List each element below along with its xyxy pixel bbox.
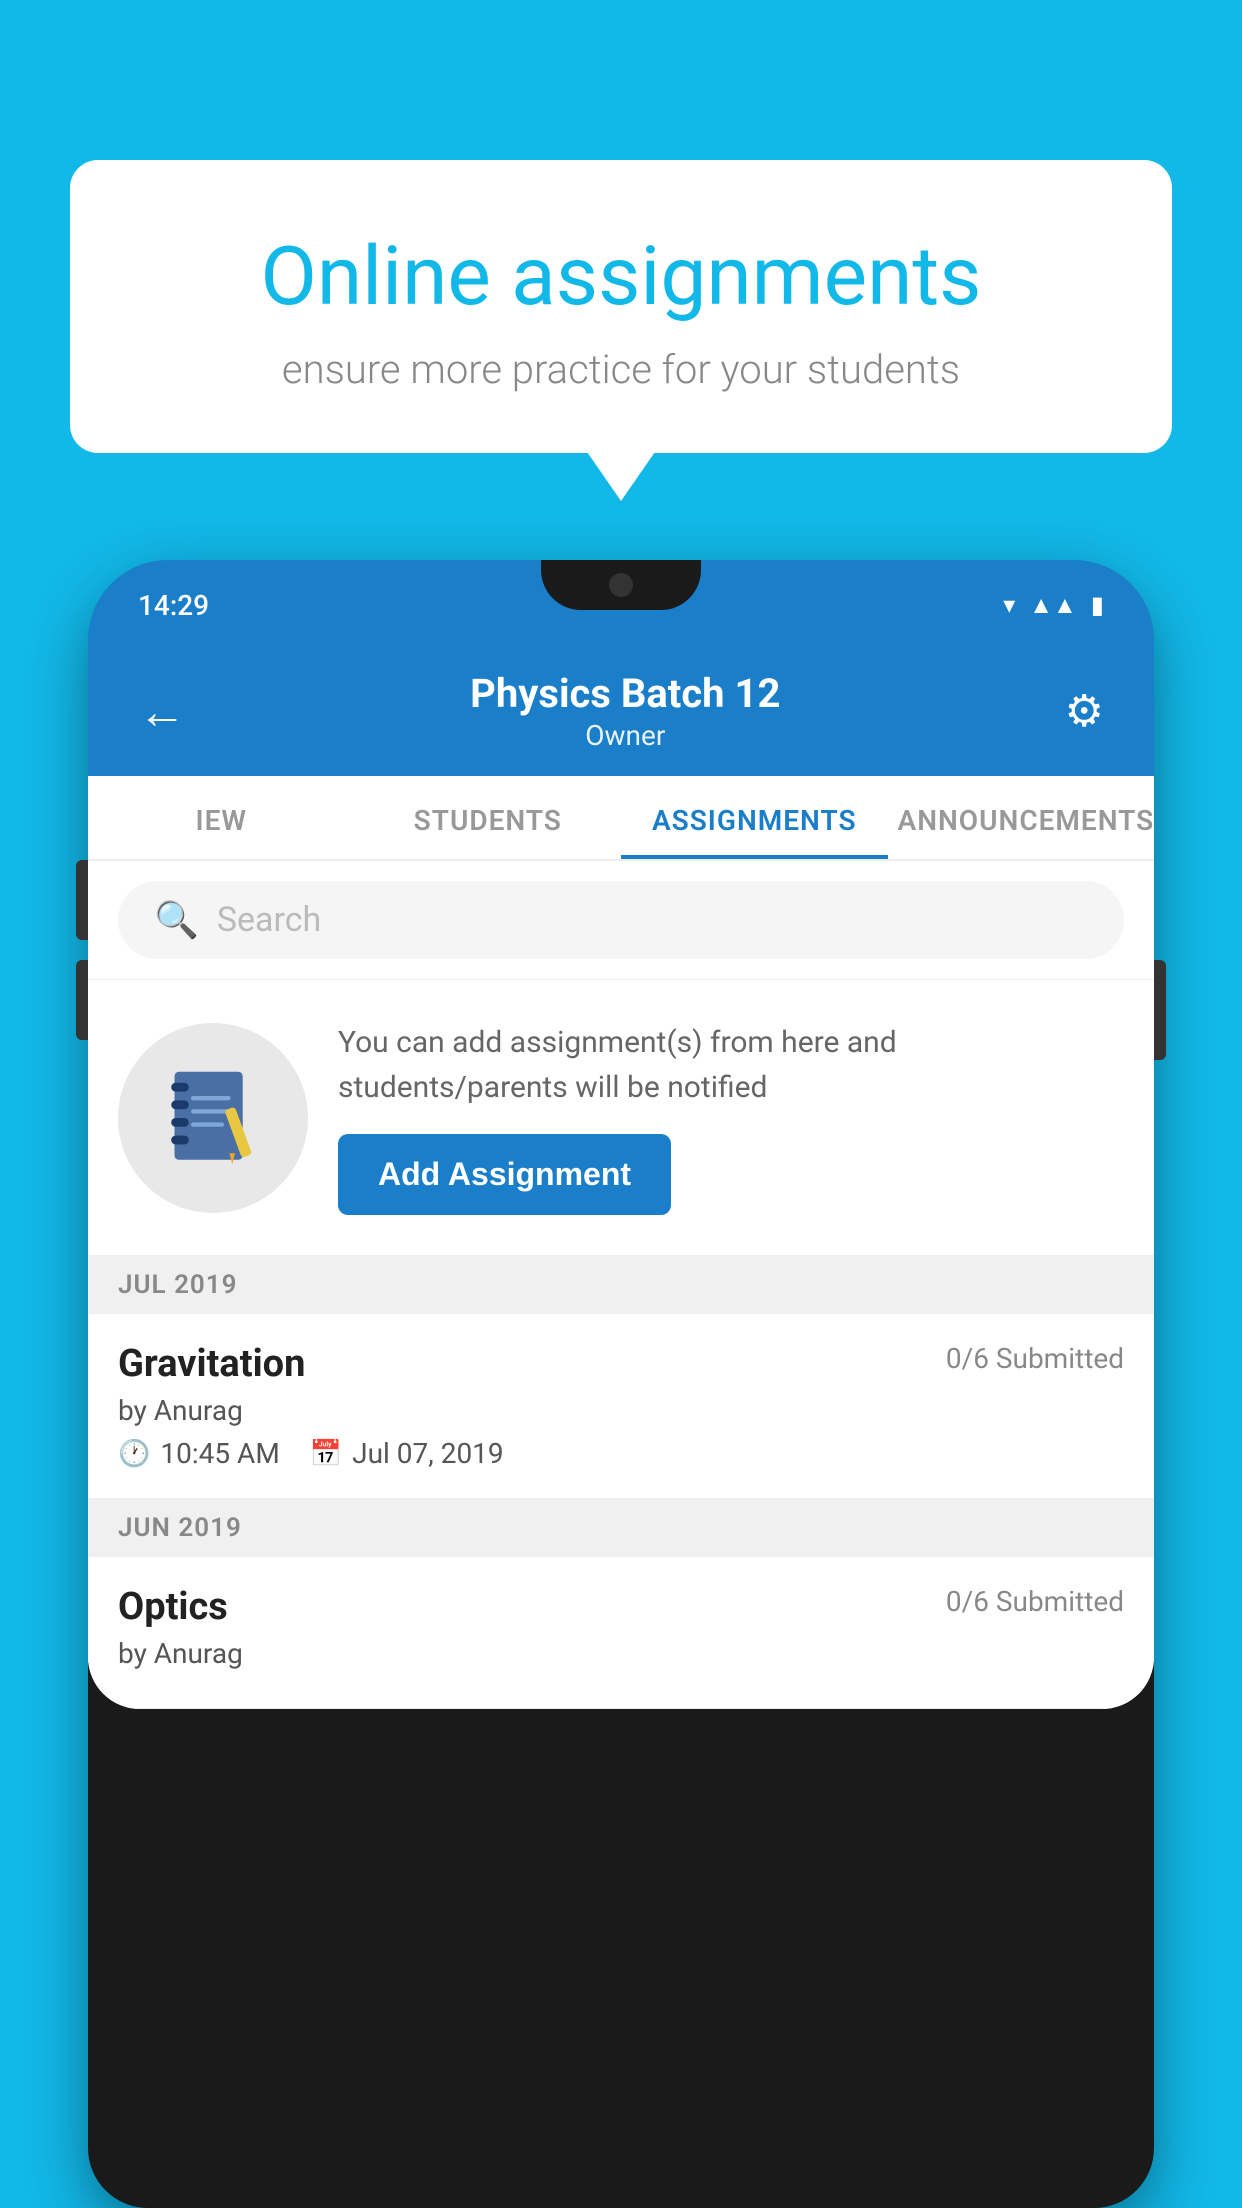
settings-icon[interactable]: ⚙ <box>1065 685 1104 737</box>
search-icon: 🔍 <box>154 899 199 941</box>
calendar-icon: 📅 <box>310 1439 342 1469</box>
back-button[interactable]: ← <box>138 683 186 740</box>
assignment-item-gravitation[interactable]: Gravitation 0/6 Submitted by Anurag 🕐 10… <box>88 1314 1154 1499</box>
signal-icon: ▲▲ <box>1029 591 1077 620</box>
volume-down-button <box>76 960 88 1040</box>
promo-subtitle: ensure more practice for your students <box>150 346 1092 393</box>
date-meta: 📅 Jul 07, 2019 <box>310 1437 504 1470</box>
assignment-name: Gravitation <box>118 1342 305 1386</box>
battery-icon: ▮ <box>1091 591 1104 619</box>
volume-up-button <box>76 860 88 940</box>
assignment-time: 10:45 AM <box>160 1437 279 1470</box>
header-subtitle: Owner <box>470 719 780 752</box>
search-placeholder: Search <box>217 900 321 940</box>
tab-assignments[interactable]: ASSIGNMENTS <box>621 776 888 859</box>
tab-announcements[interactable]: ANNOUNCEMENTS <box>888 776 1155 859</box>
month-jun-2019: JUN 2019 <box>88 1499 1154 1557</box>
notebook-icon-circle <box>118 1023 308 1213</box>
clock-icon: 🕐 <box>118 1439 150 1469</box>
power-button <box>1154 960 1166 1060</box>
assignment-promo-text: You can add assignment(s) from here and … <box>338 1020 1124 1215</box>
tab-iew[interactable]: IEW <box>88 776 355 859</box>
tab-students[interactable]: STUDENTS <box>355 776 622 859</box>
header-title: Physics Batch 12 <box>470 670 780 717</box>
assignment-item-top: Gravitation 0/6 Submitted <box>118 1342 1124 1386</box>
search-bar[interactable]: 🔍 Search <box>118 881 1124 959</box>
assignment-meta: 🕐 10:45 AM 📅 Jul 07, 2019 <box>118 1437 1124 1470</box>
header-center: Physics Batch 12 Owner <box>470 670 780 752</box>
camera <box>609 573 633 597</box>
notch <box>541 560 701 610</box>
month-jul-2019: JUL 2019 <box>88 1256 1154 1314</box>
add-assignment-button[interactable]: Add Assignment <box>338 1134 671 1215</box>
phone-screen: IEW STUDENTS ASSIGNMENTS ANNOUNCEMENTS 🔍… <box>88 776 1154 1709</box>
assignment-item-optics[interactable]: Optics 0/6 Submitted by Anurag <box>88 1557 1154 1709</box>
assignment-item-top-optics: Optics 0/6 Submitted <box>118 1585 1124 1629</box>
time-meta: 🕐 10:45 AM <box>118 1437 280 1470</box>
status-time: 14:29 <box>138 589 209 622</box>
assignment-promo-block: You can add assignment(s) from here and … <box>88 980 1154 1256</box>
assignment-submitted-optics: 0/6 Submitted <box>946 1585 1124 1618</box>
promo-card: Online assignments ensure more practice … <box>70 160 1172 453</box>
phone-frame: 14:29 ▾ ▲▲ ▮ ← Physics Batch 12 Owner ⚙ … <box>88 560 1154 2208</box>
status-bar: 14:29 ▾ ▲▲ ▮ <box>88 560 1154 650</box>
assignment-name-optics: Optics <box>118 1585 228 1629</box>
assignment-promo-description: You can add assignment(s) from here and … <box>338 1020 1124 1110</box>
status-icons: ▾ ▲▲ ▮ <box>1003 591 1104 620</box>
notebook-icon <box>158 1063 268 1173</box>
assignment-submitted: 0/6 Submitted <box>946 1342 1124 1375</box>
assignment-date: Jul 07, 2019 <box>352 1437 504 1470</box>
promo-title: Online assignments <box>150 230 1092 324</box>
assignment-by: by Anurag <box>118 1394 1124 1427</box>
tabs-bar: IEW STUDENTS ASSIGNMENTS ANNOUNCEMENTS <box>88 776 1154 861</box>
search-container: 🔍 Search <box>88 861 1154 980</box>
wifi-icon: ▾ <box>1003 591 1015 619</box>
app-header: ← Physics Batch 12 Owner ⚙ <box>88 650 1154 776</box>
assignment-by-optics: by Anurag <box>118 1637 1124 1670</box>
